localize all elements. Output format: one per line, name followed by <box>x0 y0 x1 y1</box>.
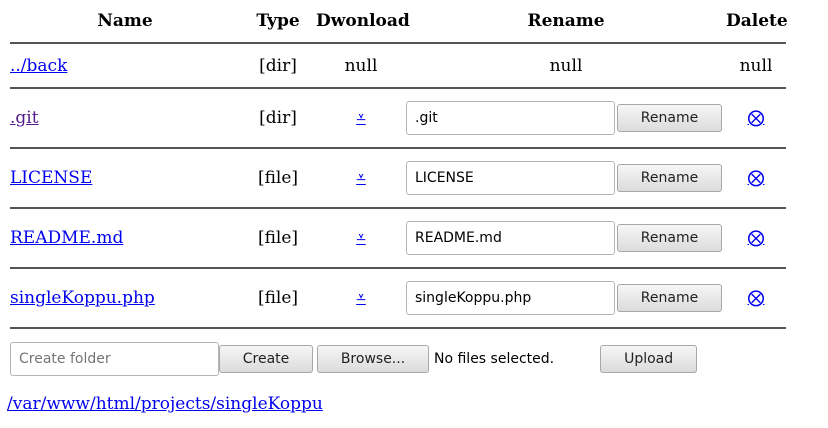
rename-cell: Rename <box>406 268 726 329</box>
download-icon[interactable]: ⩡ <box>356 288 366 308</box>
delete-cell: ⨂ <box>726 208 786 269</box>
back-download: null <box>316 43 406 89</box>
header-download: Dwonload <box>316 0 410 44</box>
download-icon[interactable]: ⩡ <box>356 168 366 188</box>
header-row: Name Type Dwonload Rename Dalete <box>10 0 788 44</box>
current-path-link[interactable]: /var/www/html/projects/singleKoppu <box>7 394 323 414</box>
delete-icon[interactable]: ⨂ <box>748 228 765 248</box>
rename-input[interactable] <box>406 101 615 135</box>
rename-cell: Rename <box>406 208 726 269</box>
file-type: [file] <box>240 268 316 329</box>
rename-input[interactable] <box>406 221 615 255</box>
back-row: ../back [dir] null null null <box>10 43 786 89</box>
rename-button[interactable]: Rename <box>617 284 722 312</box>
delete-icon[interactable]: ⨂ <box>748 108 765 128</box>
rename-input[interactable] <box>406 161 615 195</box>
upload-button[interactable]: Upload <box>600 345 698 373</box>
file-link-git[interactable]: .git <box>10 108 39 128</box>
file-name-cell: LICENSE <box>10 148 240 209</box>
rename-cell: Rename <box>406 88 726 149</box>
back-name-cell: ../back <box>10 43 240 89</box>
download-icon[interactable]: ⩡ <box>356 228 366 248</box>
file-link-license[interactable]: LICENSE <box>10 168 92 188</box>
download-cell: ⩡ <box>316 88 406 149</box>
back-type: [dir] <box>240 43 316 89</box>
back-link[interactable]: ../back <box>10 56 67 76</box>
file-link-readme[interactable]: README.md <box>10 228 123 248</box>
file-name-cell: README.md <box>10 208 240 269</box>
download-cell: ⩡ <box>316 148 406 209</box>
delete-cell: ⨂ <box>726 268 786 329</box>
file-name-cell: singleKoppu.php <box>10 268 240 329</box>
file-type: [file] <box>240 148 316 209</box>
rename-input[interactable] <box>406 281 615 315</box>
file-manager: Name Type Dwonload Rename Dalete ../back… <box>10 0 788 329</box>
download-cell: ⩡ <box>316 208 406 269</box>
table-row: singleKoppu.php [file] ⩡ Rename ⨂ <box>10 268 786 329</box>
table-row: LICENSE [file] ⩡ Rename ⨂ <box>10 148 786 209</box>
current-path: /var/www/html/projects/singleKoppu <box>7 394 323 414</box>
rename-button[interactable]: Rename <box>617 104 722 132</box>
file-link-singlekoppu[interactable]: singleKoppu.php <box>10 288 155 308</box>
back-delete: null <box>726 43 786 89</box>
rename-button[interactable]: Rename <box>617 224 722 252</box>
delete-cell: ⨂ <box>726 148 786 209</box>
header-delete: Dalete <box>726 0 788 44</box>
header-type: Type <box>240 0 316 44</box>
rename-button[interactable]: Rename <box>617 164 722 192</box>
file-type: [dir] <box>240 88 316 149</box>
file-table: Name Type Dwonload Rename Dalete ../back… <box>10 0 788 329</box>
file-status-text: No files selected. <box>434 351 555 367</box>
header-rename: Rename <box>406 0 726 44</box>
file-name-cell: .git <box>10 88 240 149</box>
file-type: [file] <box>240 208 316 269</box>
delete-icon[interactable]: ⨂ <box>748 168 765 188</box>
create-folder-input[interactable] <box>10 342 219 376</box>
table-row: README.md [file] ⩡ Rename ⨂ <box>10 208 786 269</box>
browse-button[interactable]: Browse... <box>317 345 429 373</box>
download-cell: ⩡ <box>316 268 406 329</box>
action-bar: Create Browse... No files selected. Uplo… <box>10 342 698 376</box>
create-button[interactable]: Create <box>219 345 313 373</box>
rename-cell: Rename <box>406 148 726 209</box>
download-icon[interactable]: ⩡ <box>356 108 366 128</box>
header-name: Name <box>10 0 240 44</box>
table-row: .git [dir] ⩡ Rename ⨂ <box>10 88 786 149</box>
delete-icon[interactable]: ⨂ <box>748 288 765 308</box>
back-rename: null <box>406 43 726 89</box>
delete-cell: ⨂ <box>726 88 786 149</box>
